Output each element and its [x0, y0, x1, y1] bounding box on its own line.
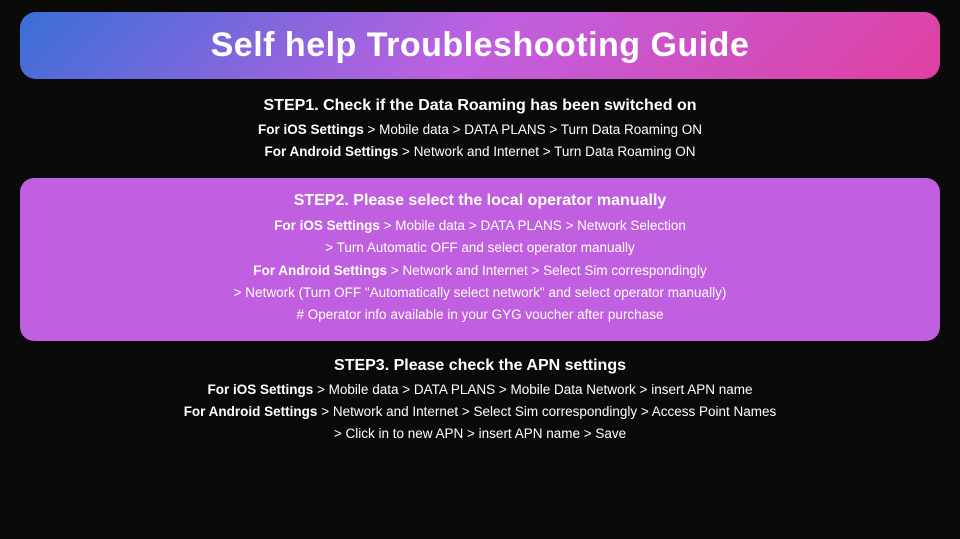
step2-android-label: For Android Settings: [253, 263, 387, 278]
main-title: Self help Troubleshooting Guide: [211, 26, 750, 64]
step1-android-text: > Network and Internet > Turn Data Roami…: [402, 144, 695, 159]
step2-ios-line1: For iOS Settings > Mobile data > DATA PL…: [48, 215, 912, 237]
step3-ios-text: > Mobile data > DATA PLANS > Mobile Data…: [317, 382, 752, 397]
step3-ios-line: For iOS Settings > Mobile data > DATA PL…: [184, 379, 777, 401]
step2-ios-label: For iOS Settings: [274, 218, 380, 233]
step3-title: STEP3. Please check the APN settings: [184, 357, 777, 375]
step2-android-line1: For Android Settings > Network and Inter…: [48, 260, 912, 282]
step3-ios-label: For iOS Settings: [208, 382, 314, 397]
step3-section: STEP3. Please check the APN settings For…: [184, 357, 777, 446]
step2-title: STEP2. Please select the local operator …: [48, 192, 912, 210]
step2-note: # Operator info available in your GYG vo…: [48, 304, 912, 326]
step2-ios-text1: > Mobile data > DATA PLANS > Network Sel…: [384, 218, 686, 233]
title-banner: Self help Troubleshooting Guide: [20, 12, 940, 79]
step2-android-line2: > Network (Turn OFF "Automatically selec…: [48, 282, 912, 304]
step1-android-label: For Android Settings: [265, 144, 399, 159]
step1-ios-line: For iOS Settings > Mobile data > DATA PL…: [258, 119, 702, 141]
step1-title: STEP1. Check if the Data Roaming has bee…: [258, 97, 702, 115]
step2-ios-line2: > Turn Automatic OFF and select operator…: [48, 237, 912, 259]
step1-ios-text: > Mobile data > DATA PLANS > Turn Data R…: [367, 122, 702, 137]
step2-android-text1: > Network and Internet > Select Sim corr…: [391, 263, 707, 278]
step1-android-line: For Android Settings > Network and Inter…: [258, 141, 702, 163]
step1-section: STEP1. Check if the Data Roaming has bee…: [258, 97, 702, 162]
step3-android-label: For Android Settings: [184, 404, 318, 419]
step2-section: STEP2. Please select the local operator …: [20, 178, 940, 340]
step1-ios-label: For iOS Settings: [258, 122, 364, 137]
step3-android-text1: > Network and Internet > Select Sim corr…: [321, 404, 776, 419]
step3-android-line1: For Android Settings > Network and Inter…: [184, 401, 777, 423]
step3-android-line2: > Click in to new APN > insert APN name …: [184, 423, 777, 445]
